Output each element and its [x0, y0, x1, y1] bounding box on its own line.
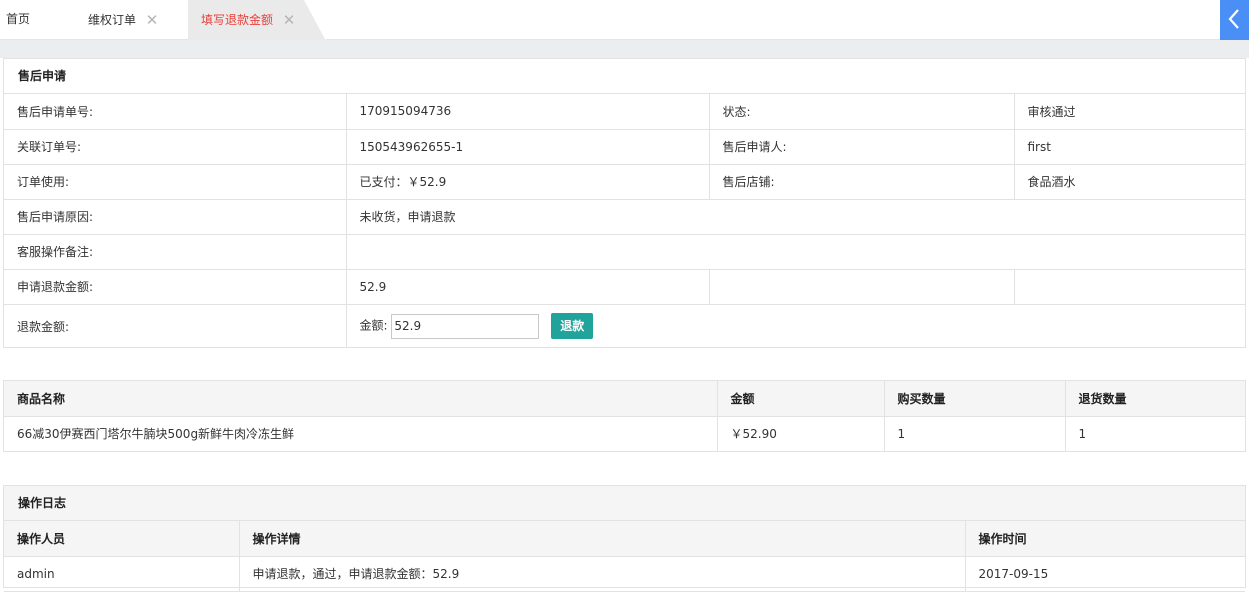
after-sale-application-panel: 售后申请 售后申请单号: 170915094736 状态: 审核通过 关联订单号…: [3, 58, 1246, 348]
tab-fold-corner: [304, 0, 326, 41]
info-value: 52.9: [346, 269, 710, 305]
info-value: 已支付：￥52.9: [346, 164, 710, 200]
info-value: 审核通过: [1014, 94, 1245, 130]
info-value: 食品酒水: [1014, 164, 1245, 200]
tab-fill-refund-amount[interactable]: 填写退款金额 ✕: [188, 0, 326, 41]
log-detail: 申请退款，通过，申请退款金额：52.9: [239, 556, 966, 592]
info-row: 售后申请原因: 未收货，申请退款: [4, 199, 1245, 235]
tab-rights-orders[interactable]: 维权订单 ✕: [88, 0, 158, 40]
info-label: 售后店铺:: [709, 164, 1015, 200]
info-value: 170915094736: [346, 94, 710, 130]
info-label: 客服操作备注:: [4, 234, 347, 270]
log-operator: admin: [4, 556, 240, 592]
refund-amount-input[interactable]: [391, 313, 540, 339]
purchase-qty: 1: [884, 416, 1066, 452]
info-label: 售后申请原因:: [4, 199, 347, 235]
info-row: 申请退款金额: 52.9: [4, 269, 1245, 305]
info-label: 关联订单号:: [4, 129, 347, 165]
column-header-time: 操作时间: [965, 521, 1245, 557]
column-header-product-name: 商品名称: [4, 381, 718, 417]
refund-amount-row: 退款金额: 金额: 退款: [4, 304, 1245, 348]
info-label: 申请退款金额:: [4, 269, 347, 305]
info-value: 未收货，申请退款: [346, 199, 1245, 235]
info-value: 150543962655-1: [346, 129, 710, 165]
info-row: 订单使用: 已支付：￥52.9 售后店铺: 食品酒水: [4, 164, 1245, 200]
refund-amount-form: 金额: 退款: [346, 304, 1245, 348]
empty-cell: [1014, 269, 1245, 305]
tab-home[interactable]: 首页: [6, 0, 30, 39]
column-header-detail: 操作详情: [239, 521, 966, 557]
tab-home-label: 首页: [6, 12, 31, 26]
info-row: 客服操作备注:: [4, 234, 1245, 270]
amount-prefix-label: 金额:: [359, 318, 388, 333]
column-header-purchase-qty: 购买数量: [884, 381, 1066, 417]
info-value: [346, 234, 1245, 270]
column-header-return-qty: 退货数量: [1065, 381, 1245, 417]
empty-cell: [709, 269, 1015, 305]
content-top-spacer: [0, 40, 1249, 58]
table-row: admin 申请退款，通过，申请退款金额：52.9 2017-09-15: [4, 556, 1245, 592]
table-header-row: 商品名称 金额 购买数量 退货数量: [4, 381, 1245, 417]
table-header-row: 操作人员 操作详情 操作时间: [4, 521, 1245, 557]
close-icon[interactable]: ✕: [281, 0, 297, 40]
info-label: 售后申请单号:: [4, 94, 347, 130]
info-value: first: [1014, 129, 1245, 165]
column-header-amount: 金额: [717, 381, 885, 417]
refund-button[interactable]: 退款: [551, 313, 594, 340]
info-row: 关联订单号: 150543962655-1 售后申请人: first: [4, 129, 1245, 165]
application-info-table: 售后申请单号: 170915094736 状态: 审核通过 关联订单号: 150…: [4, 94, 1245, 348]
info-row: 售后申请单号: 170915094736 状态: 审核通过: [4, 94, 1245, 130]
goods-panel: 商品名称 金额 购买数量 退货数量 66减30伊赛西门塔尔牛腩块500g新鲜牛肉…: [3, 380, 1246, 452]
product-amount: ￥52.90: [717, 416, 885, 452]
collapse-sidebar-button[interactable]: [1220, 0, 1249, 40]
info-label: 订单使用:: [4, 164, 347, 200]
return-qty: 1: [1065, 416, 1245, 452]
close-icon[interactable]: ✕: [144, 0, 160, 40]
product-name: 66减30伊赛西门塔尔牛腩块500g新鲜牛肉冷冻生鲜: [4, 416, 718, 452]
goods-table: 商品名称 金额 购买数量 退货数量 66减30伊赛西门塔尔牛腩块500g新鲜牛肉…: [4, 381, 1245, 452]
tab-bar: 首页 维权订单 ✕ 填写退款金额 ✕: [0, 0, 1249, 41]
table-row: 66减30伊赛西门塔尔牛腩块500g新鲜牛肉冷冻生鲜 ￥52.90 1 1: [4, 416, 1245, 452]
column-header-operator: 操作人员: [4, 521, 240, 557]
tab-fill-refund-amount-label: 填写退款金额: [201, 13, 274, 27]
tab-rights-orders-label: 维权订单: [88, 13, 137, 27]
info-label: 状态:: [709, 94, 1015, 130]
chevron-left-icon: [1228, 9, 1239, 29]
operation-log-table: 操作人员 操作详情 操作时间 admin 申请退款，通过，申请退款金额：52.9…: [4, 521, 1245, 592]
operation-log-panel: 操作日志 操作人员 操作详情 操作时间 admin 申请退款，通过，申请退款金额…: [3, 485, 1246, 592]
panel-title: 操作日志: [4, 486, 1245, 521]
panel-title: 售后申请: [4, 59, 1245, 94]
info-label: 售后申请人:: [709, 129, 1015, 165]
info-label: 退款金额:: [4, 304, 347, 348]
log-time: 2017-09-15: [965, 556, 1245, 592]
